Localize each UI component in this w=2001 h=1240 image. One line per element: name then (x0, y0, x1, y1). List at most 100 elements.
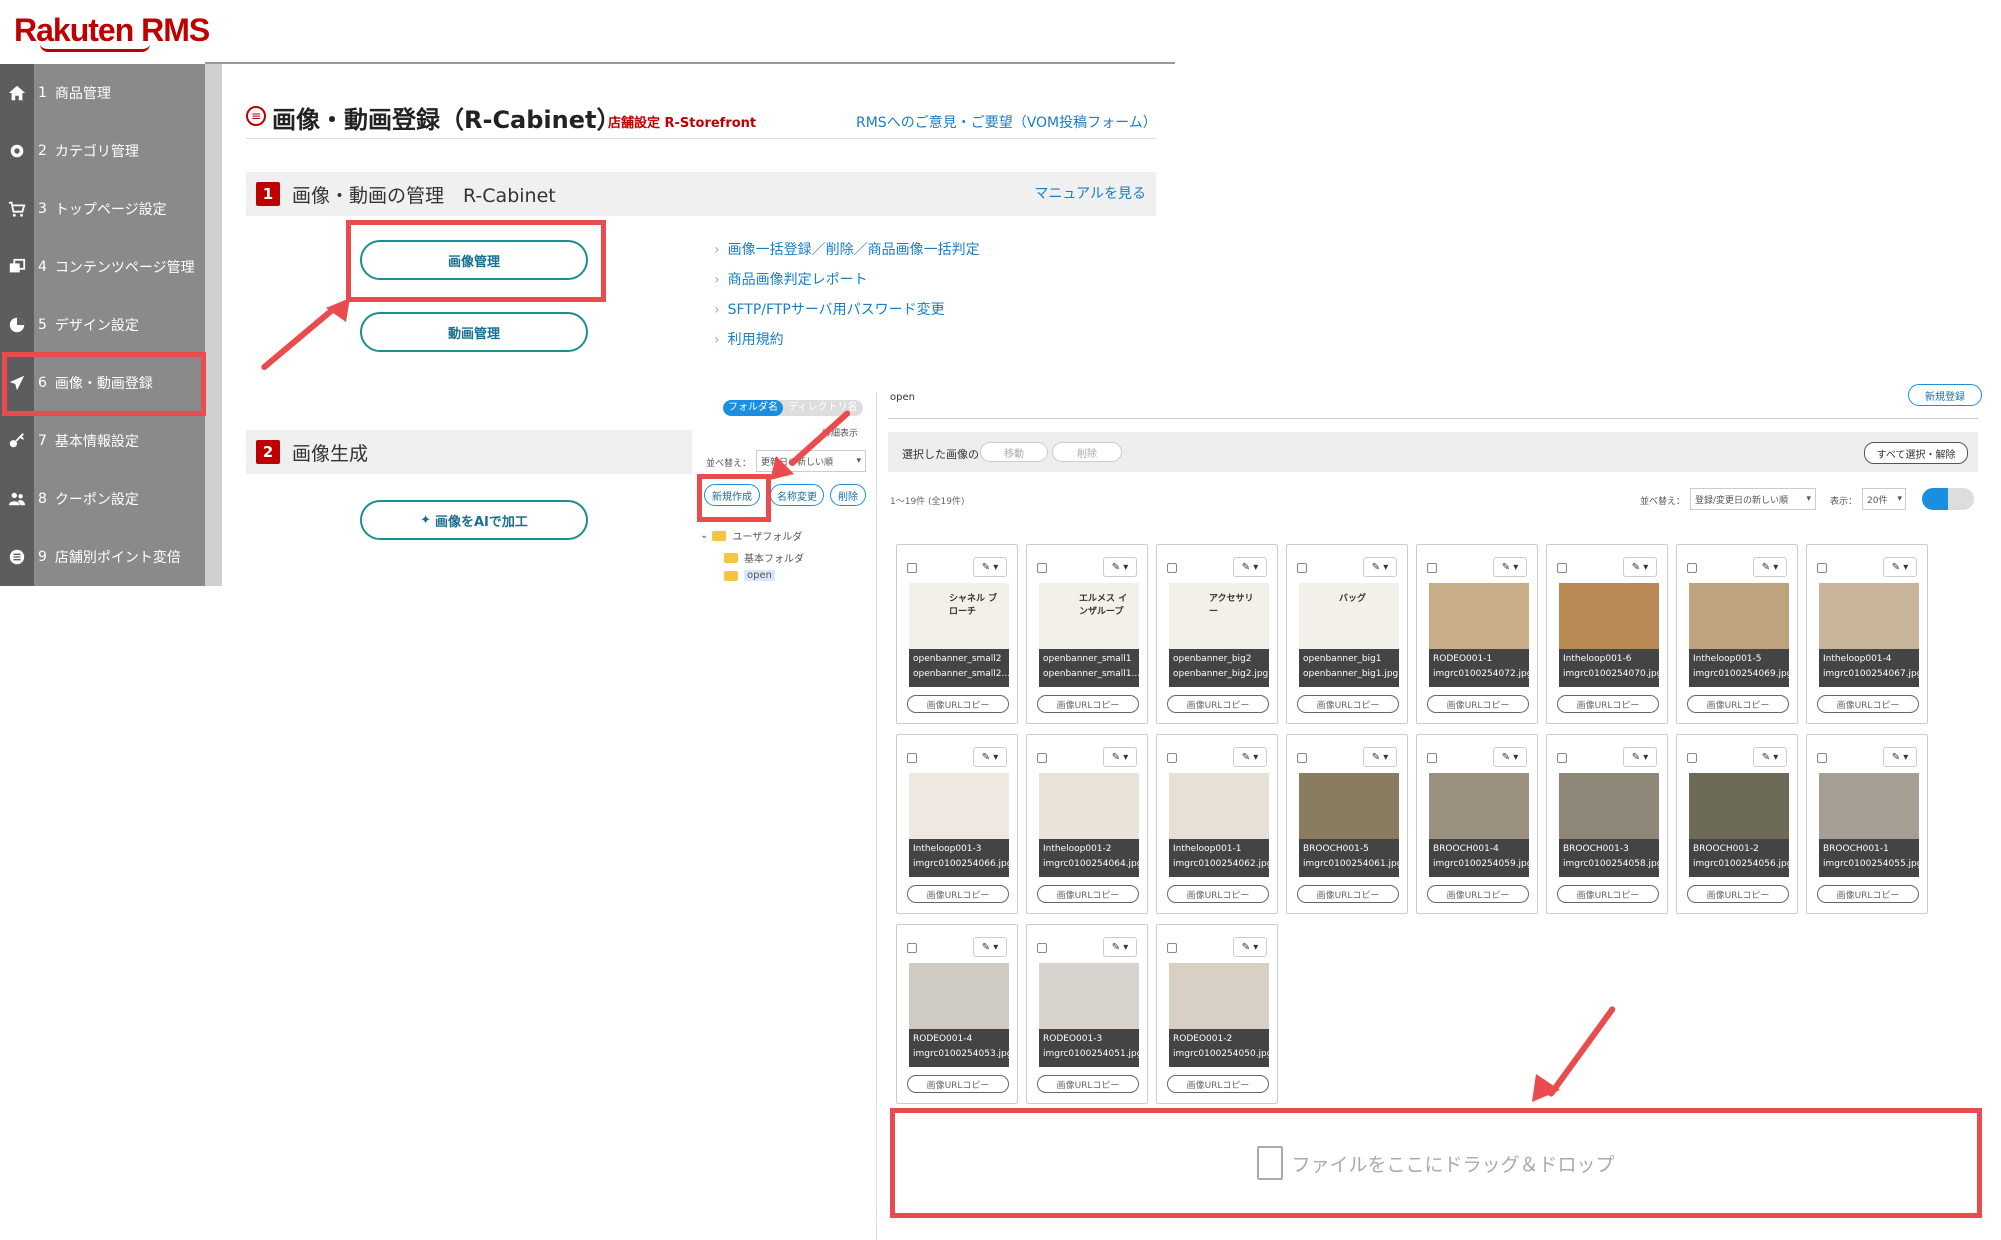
image-thumbnail[interactable] (909, 773, 1009, 849)
copy-url-button[interactable]: 画像URLコピー (1557, 695, 1659, 713)
sidebar-item-toppage[interactable]: 3 トップページ設定 (0, 180, 205, 238)
sidebar-item-points[interactable]: 9 店舗別ポイント変倍 (0, 528, 205, 586)
delete-folder-button[interactable]: 削除 (830, 484, 866, 506)
image-card[interactable]: ✎ ▾ BROOCH001-1 imgrc0100254055.jpg 画像URLコピ… (1806, 734, 1928, 914)
image-card[interactable]: ✎ ▾ Intheloop001-1 imgrc0100254062.jpg 画像UR… (1156, 734, 1278, 914)
copy-url-button[interactable]: 画像URLコピー (1037, 1075, 1139, 1093)
image-thumbnail[interactable] (1559, 773, 1659, 849)
image-card[interactable]: ✎ ▾ バッグ openbanner_big1 openbanner_big1.jpg… (1286, 544, 1408, 724)
tree-open-folder[interactable]: open (724, 570, 775, 581)
image-thumbnail[interactable] (1559, 583, 1659, 659)
edit-menu-button[interactable]: ✎ ▾ (1233, 937, 1267, 957)
edit-menu-button[interactable]: ✎ ▾ (1363, 747, 1397, 767)
image-checkbox[interactable] (1427, 753, 1437, 763)
image-thumbnail[interactable]: バッグ (1299, 583, 1399, 659)
image-checkbox[interactable] (907, 753, 917, 763)
edit-menu-button[interactable]: ✎ ▾ (1233, 557, 1267, 577)
edit-menu-button[interactable]: ✎ ▾ (973, 557, 1007, 577)
image-thumbnail[interactable] (1689, 583, 1789, 659)
image-thumbnail[interactable] (1039, 773, 1139, 849)
edit-menu-button[interactable]: ✎ ▾ (1623, 557, 1657, 577)
image-card[interactable]: ✎ ▾ Intheloop001-3 imgrc0100254066.jpg 画像UR… (896, 734, 1018, 914)
edit-menu-button[interactable]: ✎ ▾ (1493, 747, 1527, 767)
image-checkbox[interactable] (1167, 753, 1177, 763)
bulk-register-link[interactable]: › 画像一括登録／削除／商品画像一括判定 (714, 235, 980, 265)
edit-menu-button[interactable]: ✎ ▾ (1753, 557, 1787, 577)
edit-menu-button[interactable]: ✎ ▾ (1493, 557, 1527, 577)
delete-selected-button[interactable]: 削除 (1052, 442, 1122, 462)
image-checkbox[interactable] (1167, 943, 1177, 953)
copy-url-button[interactable]: 画像URLコピー (1817, 695, 1919, 713)
image-checkbox[interactable] (1167, 563, 1177, 573)
image-thumbnail[interactable] (1819, 773, 1919, 849)
image-card[interactable]: ✎ ▾ BROOCH001-2 imgrc0100254056.jpg 画像URLコピ… (1676, 734, 1798, 914)
image-card[interactable]: ✎ ▾ BROOCH001-5 imgrc0100254061.jpg 画像URLコピ… (1286, 734, 1408, 914)
copy-url-button[interactable]: 画像URLコピー (1167, 695, 1269, 713)
image-card[interactable]: ✎ ▾ Intheloop001-4 imgrc0100254067.jpg 画像UR… (1806, 544, 1928, 724)
sidebar-item-design[interactable]: 5 デザイン設定 (0, 296, 205, 354)
image-card[interactable]: ✎ ▾ RODEO001-3 imgrc0100254051.jpg 画像URLコピー (1026, 924, 1148, 1104)
tree-user-folder[interactable]: ⌄ ユーザフォルダ (700, 528, 802, 543)
image-checkbox[interactable] (1037, 753, 1047, 763)
image-manage-button[interactable]: 画像管理 (360, 240, 588, 280)
judgement-report-link[interactable]: › 商品画像判定レポート (714, 265, 980, 295)
video-manage-button[interactable]: 動画管理 (360, 312, 588, 352)
sidebar-item-coupon[interactable]: 8 クーポン設定 (0, 470, 205, 528)
image-checkbox[interactable] (1037, 563, 1047, 573)
copy-url-button[interactable]: 画像URLコピー (907, 885, 1009, 903)
image-checkbox[interactable] (1297, 753, 1307, 763)
select-all-button[interactable]: すべて選択・解除 (1864, 442, 1968, 464)
rename-folder-button[interactable]: 名称変更 (770, 484, 824, 506)
image-checkbox[interactable] (1557, 753, 1567, 763)
image-thumbnail[interactable]: エルメス インザループ (1039, 583, 1139, 659)
sidebar-item-category[interactable]: 2 カテゴリ管理 (0, 122, 205, 180)
sftp-password-link[interactable]: › SFTP/FTPサーバ用パスワード変更 (714, 295, 980, 325)
list-view-icon[interactable] (1948, 488, 1974, 510)
image-checkbox[interactable] (1037, 943, 1047, 953)
image-card[interactable]: ✎ ▾ Intheloop001-6 imgrc0100254070.jpg 画像UR… (1546, 544, 1668, 724)
image-checkbox[interactable] (1817, 753, 1827, 763)
copy-url-button[interactable]: 画像URLコピー (1297, 695, 1399, 713)
image-checkbox[interactable] (1427, 563, 1437, 573)
edit-menu-button[interactable]: ✎ ▾ (1103, 557, 1137, 577)
image-thumbnail[interactable] (1169, 773, 1269, 849)
sidebar-item-content[interactable]: 4 コンテンツページ管理 (0, 238, 205, 296)
sidebar-item-products[interactable]: 1 商品管理 (0, 64, 205, 122)
image-sort-select[interactable]: 登録/変更日の新しい順 ▾ (1690, 488, 1816, 510)
store-settings-link[interactable]: 店舗設定 R-Storefront (608, 112, 756, 131)
copy-url-button[interactable]: 画像URLコピー (1037, 885, 1139, 903)
image-thumbnail[interactable]: アクセサリー (1169, 583, 1269, 659)
move-button[interactable]: 移動 (980, 442, 1048, 462)
copy-url-button[interactable]: 画像URLコピー (907, 695, 1009, 713)
tree-basic-folder[interactable]: 基本フォルダ (724, 550, 804, 565)
image-checkbox[interactable] (1557, 563, 1567, 573)
image-checkbox[interactable] (1687, 753, 1697, 763)
image-thumbnail[interactable]: シャネル ブローチ (909, 583, 1009, 659)
copy-url-button[interactable]: 画像URLコピー (1687, 885, 1789, 903)
edit-menu-button[interactable]: ✎ ▾ (1103, 747, 1137, 767)
edit-menu-button[interactable]: ✎ ▾ (1883, 557, 1917, 577)
image-thumbnail[interactable] (909, 963, 1009, 1039)
copy-url-button[interactable]: 画像URLコピー (1297, 885, 1399, 903)
copy-url-button[interactable]: 画像URLコピー (1167, 885, 1269, 903)
image-card[interactable]: ✎ ▾ シャネル ブローチ openbanner_small2 openbanner_… (896, 544, 1018, 724)
copy-url-button[interactable]: 画像URLコピー (1037, 695, 1139, 713)
manual-link[interactable]: マニュアルを見る (1034, 172, 1156, 216)
terms-link[interactable]: › 利用規約 (714, 325, 980, 355)
feedback-link[interactable]: RMSへのご意見・ご要望（VOM投稿フォーム） (856, 112, 1157, 132)
file-drop-zone[interactable]: ファイルをここにドラッグ＆ドロップ (890, 1108, 1982, 1218)
copy-url-button[interactable]: 画像URLコピー (1687, 695, 1789, 713)
image-thumbnail[interactable] (1039, 963, 1139, 1039)
edit-menu-button[interactable]: ✎ ▾ (1103, 937, 1137, 957)
edit-menu-button[interactable]: ✎ ▾ (1883, 747, 1917, 767)
image-card[interactable]: ✎ ▾ RODEO001-1 imgrc0100254072.jpg 画像URLコピー (1416, 544, 1538, 724)
edit-menu-button[interactable]: ✎ ▾ (973, 937, 1007, 957)
image-thumbnail[interactable] (1429, 773, 1529, 849)
image-checkbox[interactable] (1687, 563, 1697, 573)
copy-url-button[interactable]: 画像URLコピー (1817, 885, 1919, 903)
image-thumbnail[interactable] (1429, 583, 1529, 659)
display-count-select[interactable]: 20件 ▾ (1862, 488, 1906, 510)
image-card[interactable]: ✎ ▾ RODEO001-2 imgrc0100254050.jpg 画像URLコピー (1156, 924, 1278, 1104)
image-card[interactable]: ✎ ▾ BROOCH001-4 imgrc0100254059.jpg 画像URLコピ… (1416, 734, 1538, 914)
copy-url-button[interactable]: 画像URLコピー (1167, 1075, 1269, 1093)
